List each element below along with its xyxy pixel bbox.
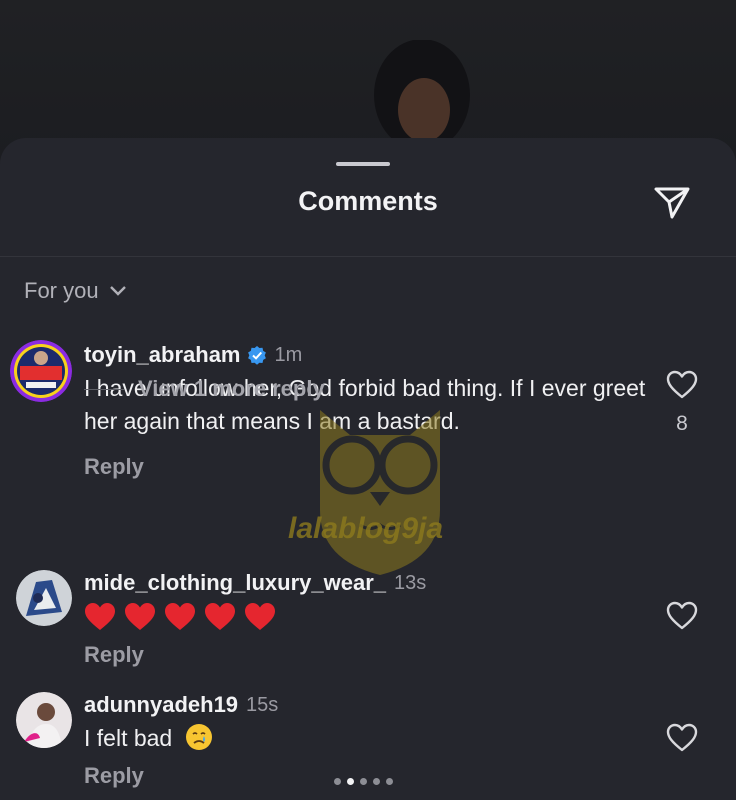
red-heart-emoji-icon: [245, 603, 275, 630]
red-heart-emoji-icon: [85, 603, 115, 630]
comment-emoji-text: [84, 602, 646, 632]
comment-body: adunnyadeh19 15s I felt bad Reply: [84, 692, 646, 789]
comment-meta: toyin_abraham 1m: [84, 342, 646, 368]
thread-line: [84, 388, 124, 390]
avatar-image: [16, 692, 72, 748]
comment-text: I felt bad: [84, 722, 646, 755]
comment-body: toyin_abraham 1m I have unfollow her, Go…: [84, 342, 646, 480]
red-heart-emoji-icon: [205, 603, 235, 630]
page-dot: [386, 778, 393, 785]
background-person-image: [374, 40, 470, 150]
page-dot: [360, 778, 367, 785]
avatar-image: [16, 570, 72, 626]
comment-username[interactable]: toyin_abraham: [84, 342, 241, 368]
comment-time: 15s: [246, 693, 279, 716]
red-heart-emoji-icon: [125, 603, 155, 630]
page-dot: [373, 778, 380, 785]
like-heart-icon[interactable]: [666, 370, 698, 400]
pagination-dots: [334, 778, 393, 785]
page-dot-active: [347, 778, 354, 785]
comment-meta: adunnyadeh19 15s: [84, 692, 646, 718]
like-heart-icon[interactable]: [666, 723, 698, 753]
chevron-down-icon: [109, 286, 126, 296]
reply-button[interactable]: Reply: [84, 454, 646, 480]
drag-handle[interactable]: [336, 162, 390, 166]
reply-button[interactable]: Reply: [84, 642, 646, 668]
crying-face-emoji-icon: [185, 724, 212, 750]
comment-meta: mide_clothing_luxury_wear_ 13s: [84, 570, 646, 596]
avatar-image: [10, 340, 72, 402]
page-dot: [334, 778, 341, 785]
share-send-icon[interactable]: [652, 184, 692, 220]
filter-label: For you: [24, 278, 99, 303]
view-more-replies-button[interactable]: View 1 more reply: [84, 376, 325, 402]
like-count: 8: [676, 412, 688, 435]
sheet-title: Comments: [298, 186, 438, 216]
user-avatar[interactable]: [16, 570, 72, 626]
comment-time: 1m: [274, 343, 303, 366]
user-avatar[interactable]: [10, 340, 72, 402]
sort-filter-dropdown[interactable]: For you: [24, 278, 127, 304]
comment-username[interactable]: adunnyadeh19: [84, 692, 238, 718]
comment-time: 13s: [394, 571, 427, 594]
red-heart-emoji-icon: [165, 603, 195, 630]
like-heart-icon[interactable]: [666, 601, 698, 631]
view-more-label: View 1 more reply: [138, 376, 325, 401]
comment-username[interactable]: mide_clothing_luxury_wear_: [84, 570, 386, 596]
comment-body: mide_clothing_luxury_wear_ 13s Reply: [84, 570, 646, 668]
reply-button[interactable]: Reply: [84, 763, 646, 789]
comment-text-content: I felt bad: [84, 725, 173, 751]
background-video: [0, 0, 736, 160]
header-divider: [0, 256, 736, 257]
user-avatar[interactable]: [16, 692, 72, 748]
verified-badge-icon: [247, 346, 266, 365]
